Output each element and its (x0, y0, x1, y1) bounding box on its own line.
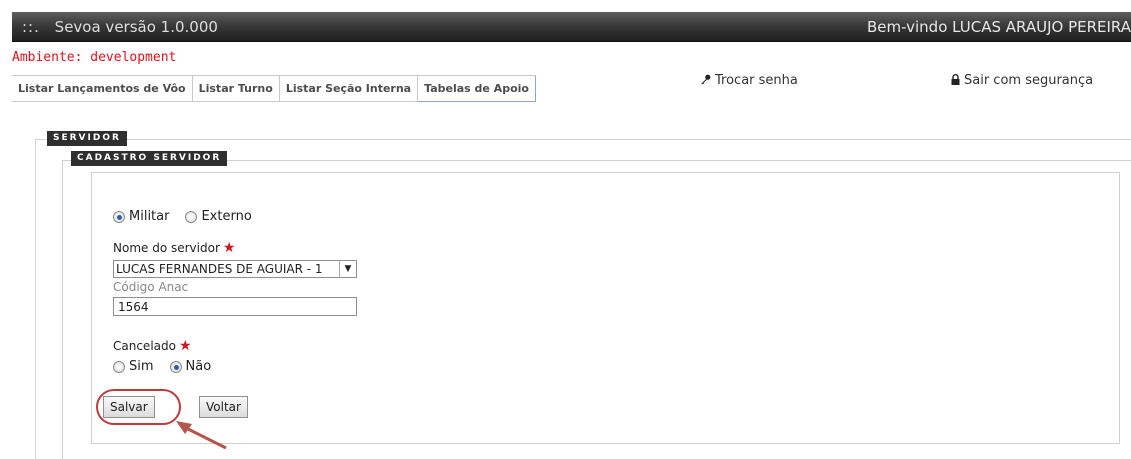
server-name-value: LUCAS FERNANDES DE AGUIAR - 1 (116, 262, 323, 276)
anac-label: Código Anac (113, 280, 189, 294)
welcome-message: Bem-vindo LUCAS ARAUJO PEREIRA (866, 18, 1131, 36)
server-name-label-wrap: Nome do servidor ★ (113, 240, 235, 256)
title-separator: ::. (22, 18, 40, 36)
change-password-link[interactable]: Trocar senha (700, 73, 798, 88)
anac-code-input[interactable] (113, 297, 357, 316)
required-star-icon: ★ (178, 338, 192, 354)
radio-nao-label: Não (185, 359, 212, 374)
environment-label: Ambiente: development (12, 50, 177, 65)
key-icon (700, 74, 711, 88)
server-name-select[interactable]: LUCAS FERNANDES DE AGUIAR - 1 ▼ (113, 260, 357, 278)
top-bar: ::. Sevoa versão 1.0.000 Bem-vindo LUCAS… (12, 12, 1131, 42)
lock-icon (951, 73, 960, 88)
cancelled-group: Sim Não (113, 359, 211, 374)
server-name-label: Nome do servidor (113, 241, 220, 255)
radio-militar[interactable] (113, 210, 125, 223)
callout-arrow-icon (176, 421, 227, 450)
radio-militar-label: Militar (129, 209, 170, 224)
radio-nao[interactable] (169, 360, 182, 373)
cancelled-label-wrap: Cancelado ★ (113, 338, 192, 354)
app-title: ::. Sevoa versão 1.0.000 (22, 18, 218, 36)
chevron-down-icon[interactable]: ▼ (339, 261, 356, 277)
menu-item-support-tables[interactable]: Tabelas de Apoio (418, 76, 536, 102)
menu-item-internal-section[interactable]: Listar Seção Interna (279, 76, 419, 102)
servidor-legend: SERVIDOR (47, 131, 127, 146)
cancelled-label: Cancelado (113, 339, 176, 353)
app-title-text: Sevoa versão 1.0.000 (54, 18, 218, 36)
menu-item-flight-entries[interactable]: Listar Lançamentos de Vôo (12, 76, 193, 102)
change-password-label: Trocar senha (715, 73, 798, 88)
radio-externo-label: Externo (201, 209, 252, 224)
radio-sim[interactable] (113, 360, 125, 373)
logout-label: Sair com segurança (964, 73, 1094, 88)
radio-externo[interactable] (185, 210, 198, 223)
radio-sim-label: Sim (129, 359, 154, 374)
menu-item-shift[interactable]: Listar Turno (192, 76, 280, 102)
save-button[interactable]: Salvar (103, 396, 155, 418)
required-star-icon: ★ (222, 240, 236, 256)
main-menu: Listar Lançamentos de Vôo Listar Turno L… (12, 75, 536, 102)
server-type-group: Militar Externo (113, 209, 252, 224)
cadastro-servidor-legend: CADASTRO SERVIDOR (71, 151, 228, 166)
logout-link[interactable]: Sair com segurança (951, 73, 1093, 88)
